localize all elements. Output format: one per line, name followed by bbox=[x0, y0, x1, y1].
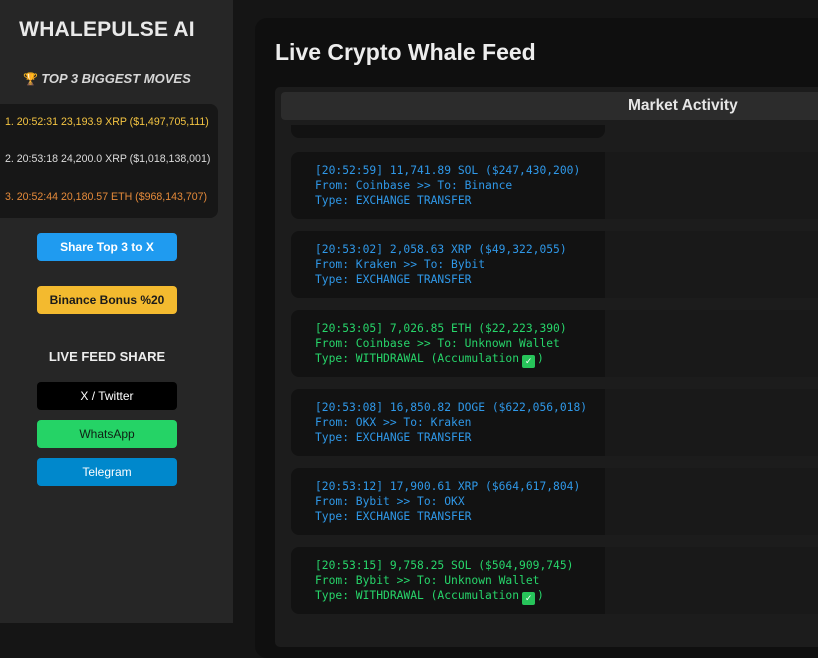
feed-card-amount: [20:53:05] 7,026.85 ETH ($22,223,390) bbox=[315, 322, 567, 335]
feed-card-amount: [20:53:12] 17,900.61 XRP ($664,617,804) bbox=[315, 480, 581, 493]
top-move-item: 2. 20:53:18 24,200.0 XRP ($1,018,138,001… bbox=[5, 153, 211, 165]
feed-card-type: Type: EXCHANGE TRANSFER bbox=[315, 510, 472, 523]
feed-card-route: From: Coinbase >> To: Binance bbox=[315, 179, 513, 192]
feed-card-type-suffix: ) bbox=[537, 352, 544, 365]
feed-card: [20:53:08] 16,850.82 DOGE ($622,056,018)… bbox=[291, 389, 818, 456]
sidebar: WHALEPULSE AI 🏆 TOP 3 BIGGEST MOVES 1. 20… bbox=[0, 0, 233, 623]
market-activity-label: Market Activity bbox=[628, 97, 738, 114]
feed-card-type: Type: EXCHANGE TRANSFER bbox=[315, 431, 472, 444]
feed-card: [20:53:02] 2,058.63 XRP ($49,322,055) Fr… bbox=[291, 231, 818, 298]
feed-card-route: From: Kraken >> To: Bybit bbox=[315, 258, 486, 271]
trophy-icon: 🏆 bbox=[23, 72, 39, 86]
feed-card-amount: [20:53:02] 2,058.63 XRP ($49,322,055) bbox=[315, 243, 567, 256]
market-activity-header: Market Activity bbox=[281, 92, 818, 120]
check-mark-icon: ✓ bbox=[522, 592, 536, 605]
top-move-item: 3. 20:52:44 20,180.57 ETH ($968,143,707) bbox=[5, 191, 208, 203]
feed-card-type: Type: WITHDRAWAL (Accumulation ✓) bbox=[315, 352, 544, 368]
feed-card-amount: [20:53:08] 16,850.82 DOGE ($622,056,018) bbox=[315, 401, 588, 414]
feed-card-type: Type: EXCHANGE TRANSFER bbox=[315, 273, 472, 286]
feed-card-type: Type: EXCHANGE TRANSFER bbox=[315, 194, 472, 207]
app-brand: WHALEPULSE AI bbox=[19, 18, 195, 41]
feed-card-route: From: Bybit >> To: Unknown Wallet bbox=[315, 574, 540, 587]
check-mark-icon: ✓ bbox=[522, 355, 536, 368]
feed-card: [20:53:12] 17,900.61 XRP ($664,617,804) … bbox=[291, 468, 818, 535]
feed-card: [20:53:05] 7,026.85 ETH ($22,223,390) Fr… bbox=[291, 310, 818, 377]
main-panel: Live Crypto Whale Feed Market Activity [… bbox=[255, 18, 818, 658]
feed-card-type-suffix: ) bbox=[537, 589, 544, 602]
share-whatsapp-button[interactable]: WhatsApp bbox=[37, 420, 177, 448]
binance-bonus-button[interactable]: Binance Bonus %20 bbox=[37, 286, 177, 314]
share-twitter-button[interactable]: X / Twitter bbox=[37, 382, 177, 410]
live-feed-share-heading: LIVE FEED SHARE bbox=[48, 349, 166, 364]
feed-card: [20:53:15] 9,758.25 SOL ($504,909,745) F… bbox=[291, 547, 818, 614]
feed-card-amount: [20:52:59] 11,741.89 SOL ($247,430,200) bbox=[315, 164, 581, 177]
feed-card-partial bbox=[291, 125, 605, 138]
share-top3-button[interactable]: Share Top 3 to X bbox=[37, 233, 177, 261]
top-moves-list: 1. 20:52:31 23,193.9 XRP ($1,497,705,111… bbox=[0, 104, 218, 218]
top-moves-heading-label: TOP 3 BIGGEST MOVES bbox=[41, 71, 191, 86]
feed-card-type-label: Type: WITHDRAWAL (Accumulation bbox=[315, 589, 520, 602]
top-move-item: 1. 20:52:31 23,193.9 XRP ($1,497,705,111… bbox=[5, 116, 209, 128]
feed-card-type: Type: WITHDRAWAL (Accumulation ✓) bbox=[315, 589, 544, 605]
whale-feed[interactable]: Market Activity [20:52:59] 11,741.89 SOL… bbox=[275, 87, 818, 647]
feed-card-route: From: OKX >> To: Kraken bbox=[315, 416, 472, 429]
feed-card: [20:52:59] 11,741.89 SOL ($247,430,200) … bbox=[291, 152, 818, 219]
feed-card-route: From: Bybit >> To: OKX bbox=[315, 495, 465, 508]
feed-card-amount: [20:53:15] 9,758.25 SOL ($504,909,745) bbox=[315, 559, 574, 572]
feed-card-route: From: Coinbase >> To: Unknown Wallet bbox=[315, 337, 560, 350]
share-telegram-button[interactable]: Telegram bbox=[37, 458, 177, 486]
top-moves-heading: 🏆 TOP 3 BIGGEST MOVES bbox=[0, 71, 214, 86]
page-title: Live Crypto Whale Feed bbox=[275, 39, 536, 65]
feed-card-type-label: Type: WITHDRAWAL (Accumulation bbox=[315, 352, 520, 365]
